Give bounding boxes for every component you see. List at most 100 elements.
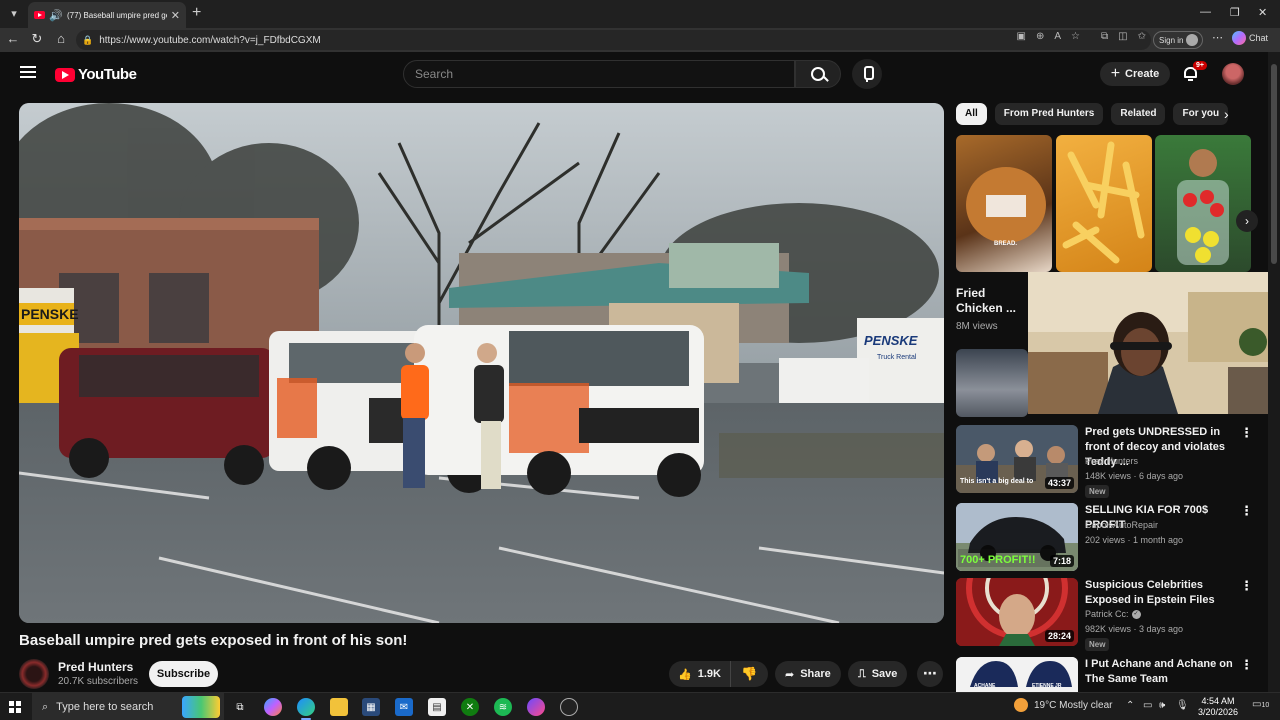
weather-icon[interactable] xyxy=(1014,698,1028,712)
notifications-bell-icon[interactable]: 9+ xyxy=(1183,61,1207,82)
task-view-icon[interactable]: ⧉ xyxy=(231,698,249,716)
voice-search-button[interactable] xyxy=(852,59,882,89)
zoom-icon[interactable]: ⊕ xyxy=(1036,31,1044,42)
mic-tray-icon[interactable]: 🎙 xyxy=(1176,700,1189,711)
video-player[interactable]: PENSKE PENSKE Truck Rental xyxy=(19,103,944,623)
home-button[interactable]: ⌂ xyxy=(52,31,70,46)
lock-icon[interactable]: 🔒 xyxy=(82,35,93,46)
network-icon[interactable]: ▭ xyxy=(1143,700,1152,711)
related-channel[interactable]: Patrick Cc: ✓ xyxy=(1085,609,1141,619)
edge-browser-icon[interactable] xyxy=(297,698,315,720)
related-thumbnail[interactable]: This isn't a big deal to 43:37 xyxy=(956,425,1078,493)
split-screen-icon[interactable]: ◫ xyxy=(1118,31,1127,42)
related-channel[interactable]: CapoisAutoRepair xyxy=(1085,520,1158,530)
back-button[interactable]: ← xyxy=(4,31,22,46)
app-available-icon[interactable]: ▣ xyxy=(1017,31,1026,42)
hamburger-menu-icon[interactable] xyxy=(20,66,36,78)
short-thumbnail-3[interactable] xyxy=(1155,135,1251,272)
file-explorer-icon[interactable] xyxy=(330,698,348,716)
related-title[interactable]: I Put Achane and Achane on The Same Team xyxy=(1085,657,1233,687)
kebab-menu-icon[interactable]: ⋮ xyxy=(1240,425,1253,441)
close-window-button[interactable]: ✕ xyxy=(1258,6,1267,19)
read-aloud-icon[interactable]: A xyxy=(1054,31,1061,42)
minimize-button[interactable]: — xyxy=(1200,6,1211,18)
related-channel[interactable]: Pred Hunters xyxy=(1085,456,1138,466)
url-text[interactable]: https://www.youtube.com/watch?v=j_FDfbdC… xyxy=(99,35,320,46)
tab-title: (77) Baseball umpire pred gets exposed i… xyxy=(67,10,167,20)
short-thumbnail-2[interactable] xyxy=(1056,135,1152,272)
chip-from-pred-hunters[interactable]: From Pred Hunters xyxy=(994,103,1104,125)
channel-avatar[interactable] xyxy=(19,659,49,689)
chip-related[interactable]: Related xyxy=(1111,103,1166,125)
spotify-icon[interactable]: ≋ xyxy=(494,698,512,716)
taskbar-search-box[interactable]: ⌕ Type here to search xyxy=(32,693,224,720)
chip-all[interactable]: All xyxy=(956,103,987,125)
new-tab-button[interactable]: + xyxy=(192,4,201,22)
chips-next-chevron-icon[interactable]: › xyxy=(1224,106,1229,122)
shorts-next-button[interactable]: › xyxy=(1236,210,1258,232)
create-label: Create xyxy=(1125,68,1160,80)
restore-button[interactable]: ❐ xyxy=(1230,6,1240,19)
related-video-1[interactable]: This isn't a big deal to 43:37 Pred gets… xyxy=(956,425,1256,498)
like-button[interactable]: 👍 1.9K xyxy=(669,661,731,687)
favorites-icon[interactable]: ✩ xyxy=(1138,31,1146,42)
messenger-icon[interactable] xyxy=(527,698,545,716)
youtube-logo[interactable]: YouTube xyxy=(55,66,137,83)
search-button[interactable] xyxy=(795,60,841,88)
dislike-button[interactable]: 👎 xyxy=(731,666,768,682)
share-button[interactable]: ➦ Share xyxy=(775,661,841,687)
channel-name[interactable]: Pred Hunters xyxy=(58,660,133,674)
favorite-star-icon[interactable]: ☆ xyxy=(1071,31,1080,42)
short-title[interactable]: Fried Chicken ... xyxy=(956,286,1026,316)
kebab-menu-icon[interactable]: ⋮ xyxy=(1240,503,1253,519)
subscribe-button[interactable]: Subscribe xyxy=(149,661,218,687)
notification-center-icon[interactable]: ▭10 xyxy=(1252,699,1269,710)
create-button[interactable]: + Create xyxy=(1100,62,1170,86)
xbox-icon[interactable]: ✕ xyxy=(461,698,479,716)
video-duration: 7:18 xyxy=(1049,555,1074,567)
volume-icon[interactable]: 🕪 xyxy=(1159,700,1165,711)
related-video-2[interactable]: 700+ PROFIT!! 7:18 SELLING KIA FOR 700$ … xyxy=(956,503,1256,573)
related-thumbnail[interactable]: 700+ PROFIT!! 7:18 xyxy=(956,503,1078,571)
address-bar[interactable]: 🔒 https://www.youtube.com/watch?v=j_FDfb… xyxy=(76,30,1151,50)
kebab-menu-icon[interactable]: ⋮ xyxy=(1240,578,1253,594)
notepad-icon[interactable]: ▤ xyxy=(428,698,446,716)
sign-in-button[interactable]: Sign in xyxy=(1153,31,1203,49)
new-badge: New xyxy=(1085,638,1110,651)
tray-chevron-icon[interactable]: ⌃ xyxy=(1126,700,1134,711)
tab-actions-menu-icon[interactable]: ▾ xyxy=(4,4,24,24)
related-video-3[interactable]: 28:24 Suspicious Celebrities Exposed in … xyxy=(956,578,1256,651)
related-thumbnail[interactable]: ACHANE ETIENNE JR xyxy=(956,657,1078,692)
weather-text[interactable]: 19°C Mostly clear xyxy=(1034,700,1112,711)
browser-menu-icon[interactable]: ⋯ xyxy=(1212,31,1223,44)
youtube-header: YouTube Search + Create 9+ xyxy=(0,52,1268,96)
tab-close-icon[interactable]: ✕ xyxy=(171,9,180,22)
page-scrollbar[interactable] xyxy=(1268,52,1280,692)
related-video-4[interactable]: ACHANE ETIENNE JR I Put Achane and Achan… xyxy=(956,657,1256,692)
copilot-chat-button[interactable]: Chat xyxy=(1232,31,1268,45)
copilot-taskbar-icon[interactable] xyxy=(264,698,282,716)
store-icon[interactable]: ▦ xyxy=(362,698,380,716)
chip-for-you[interactable]: For you xyxy=(1173,103,1229,125)
search-input[interactable]: Search xyxy=(403,60,795,88)
search-highlight-icon[interactable] xyxy=(182,696,220,718)
outlook-icon[interactable]: ✉ xyxy=(395,698,413,716)
scrollbar-thumb[interactable] xyxy=(1271,64,1277,264)
penske-sign-right-sub: Truck Rental xyxy=(877,354,917,361)
windows-start-icon[interactable] xyxy=(9,701,21,713)
save-button[interactable]: ⎍ Save xyxy=(848,661,908,687)
like-dislike-group: 👍 1.9K 👎 xyxy=(669,661,768,687)
user-avatar[interactable] xyxy=(1222,63,1244,85)
obs-icon[interactable] xyxy=(560,698,578,716)
kebab-menu-icon[interactable]: ⋮ xyxy=(1240,657,1253,673)
related-title[interactable]: Suspicious Celebrities Exposed in Epstei… xyxy=(1085,578,1233,608)
short-thumbnail-4[interactable] xyxy=(956,349,1028,417)
speaker-icon[interactable]: 🔊 xyxy=(49,9,63,22)
more-actions-button[interactable]: ⋯ xyxy=(917,661,943,687)
short-thumbnail-1[interactable]: BREAD. xyxy=(956,135,1052,272)
taskbar-clock[interactable]: 4:54 AM 3/20/2026 xyxy=(1198,696,1238,718)
related-thumbnail[interactable]: 28:24 xyxy=(956,578,1078,646)
extensions-icon[interactable]: ⧉ xyxy=(1101,31,1108,42)
browser-tab-youtube[interactable]: 🔊 (77) Baseball umpire pred gets exposed… xyxy=(28,2,186,28)
refresh-button[interactable]: ↻ xyxy=(28,31,46,47)
